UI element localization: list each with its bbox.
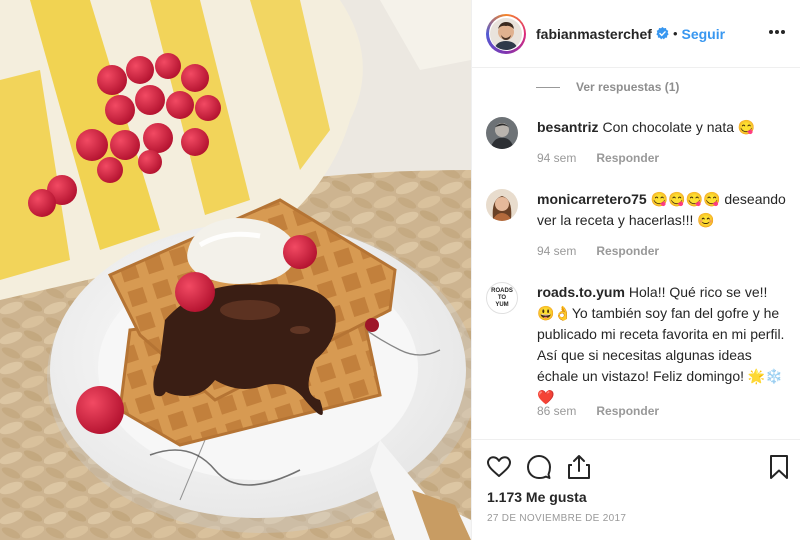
comment-time[interactable]: 94 sem <box>537 151 576 165</box>
profile-avatar[interactable] <box>490 17 522 50</box>
comment-text: Con chocolate y nata 😋 <box>602 119 756 135</box>
separator-dot: • <box>672 26 678 41</box>
likes-count[interactable]: 1.173 Me gusta <box>487 489 587 505</box>
view-replies-label: Ver respuestas (1) <box>576 80 680 94</box>
comments-list[interactable]: Ver respuestas (1) besantriz Con chocolat… <box>472 68 800 439</box>
comment-username[interactable]: besantriz <box>537 119 598 135</box>
commenter-avatar[interactable] <box>486 189 518 221</box>
comment-text: Hola!! Qué rico se ve!! 😃👌Yo también soy… <box>537 284 785 405</box>
comment-meta: 94 sem Responder <box>537 151 659 165</box>
replies-line <box>536 86 560 88</box>
post-date[interactable]: 27 DE NOVIEMBRE DE 2017 <box>487 513 626 524</box>
story-ring[interactable] <box>486 13 526 54</box>
reply-button[interactable]: Responder <box>596 404 659 418</box>
post-header: fabianmasterchef • Seguir <box>472 0 800 68</box>
post-photo[interactable] <box>0 0 471 540</box>
comment-icon[interactable] <box>526 454 552 480</box>
cut-off-comment-text <box>536 68 540 78</box>
reply-button[interactable]: Responder <box>596 151 659 165</box>
post-actions: 1.173 Me gusta 27 DE NOVIEMBRE DE 2017 <box>472 439 800 540</box>
verified-badge-icon <box>656 27 669 40</box>
commenter-avatar[interactable]: ROADS TO YUM <box>486 282 518 314</box>
comment-username[interactable]: monicarretero75 <box>537 191 647 207</box>
comment-time[interactable]: 94 sem <box>537 244 576 258</box>
comment-body: monicarretero75 😋😋😋😋 deseando ver la rece… <box>537 189 787 231</box>
comment-body: roads.to.yum Hola!! Qué rico se ve!! 😃👌Yo… <box>537 282 787 408</box>
comment-username[interactable]: roads.to.yum <box>537 284 625 300</box>
comment-meta: 86 sem Responder <box>537 404 659 418</box>
post-username[interactable]: fabianmasterchef <box>536 26 652 42</box>
waffle-photo <box>0 0 471 540</box>
more-options-icon[interactable] <box>767 22 787 42</box>
share-icon[interactable] <box>566 454 592 480</box>
comment-meta: 94 sem Responder <box>537 244 659 258</box>
roads-to-yum-logo: ROADS TO YUM <box>491 287 513 308</box>
commenter-avatar[interactable] <box>486 117 518 149</box>
heart-icon[interactable] <box>486 454 512 480</box>
comment-time[interactable]: 86 sem <box>537 404 576 418</box>
view-replies-button[interactable]: Ver respuestas (1) <box>536 80 679 94</box>
follow-button[interactable]: Seguir <box>682 26 726 42</box>
reply-button[interactable]: Responder <box>596 244 659 258</box>
comment-body: besantriz Con chocolate y nata 😋 <box>537 117 787 138</box>
post-details-panel: fabianmasterchef • Seguir Ver respuestas… <box>471 0 800 540</box>
bookmark-icon[interactable] <box>766 454 792 480</box>
